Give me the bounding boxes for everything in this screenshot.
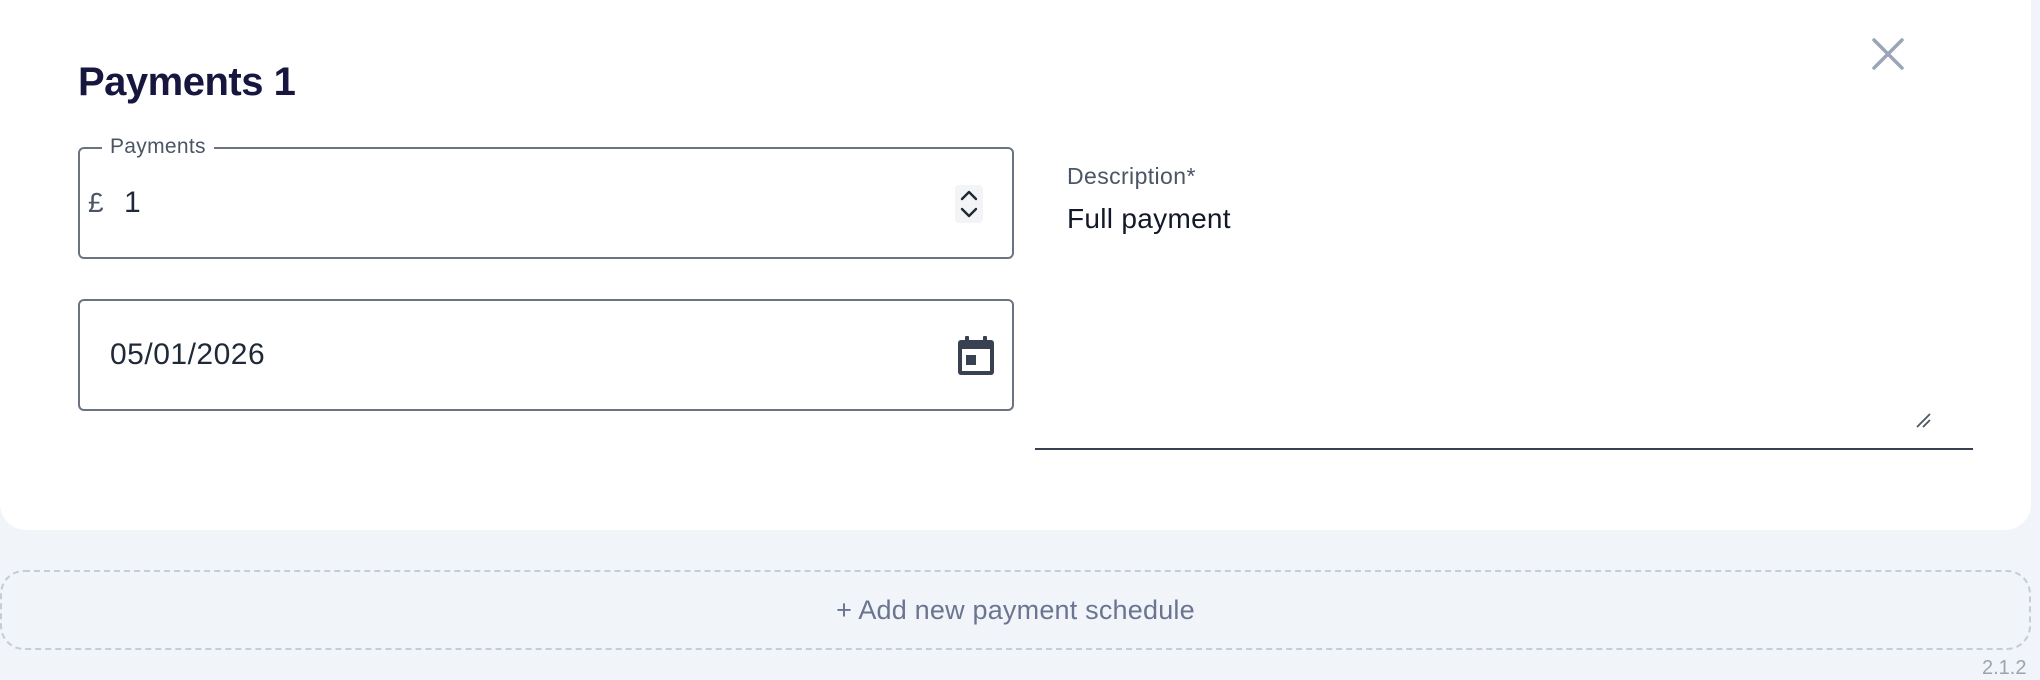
description-label: Description* — [1067, 163, 1196, 189]
description-field[interactable]: Description* Full payment — [1035, 150, 1973, 450]
payment-amount-field[interactable]: Payments £ — [78, 135, 1014, 259]
calendar-icon — [958, 336, 994, 375]
chevron-up-down-icon — [960, 190, 978, 218]
page-title: Payments 1 — [78, 60, 296, 104]
close-button[interactable] — [1868, 34, 1908, 74]
payment-date-field[interactable] — [78, 299, 1014, 411]
calendar-button[interactable] — [956, 335, 996, 377]
close-icon — [1872, 38, 1904, 70]
payment-date-input[interactable] — [110, 337, 890, 373]
payment-amount-label: Payments — [102, 135, 214, 159]
version-text: 2.1.2 — [1982, 657, 2027, 679]
number-spinner[interactable] — [955, 185, 983, 223]
resize-handle[interactable] — [1913, 410, 1935, 432]
payment-card: Payments 1 Payments £ Description* Full … — [0, 0, 2031, 530]
add-payment-schedule-label: + Add new payment schedule — [836, 594, 1195, 625]
currency-symbol: £ — [88, 187, 104, 218]
add-payment-schedule-button[interactable]: + Add new payment schedule — [0, 570, 2031, 650]
resize-handle-icon — [1916, 413, 1931, 428]
description-input[interactable]: Full payment — [1067, 202, 1927, 382]
payment-amount-input[interactable] — [124, 185, 904, 221]
